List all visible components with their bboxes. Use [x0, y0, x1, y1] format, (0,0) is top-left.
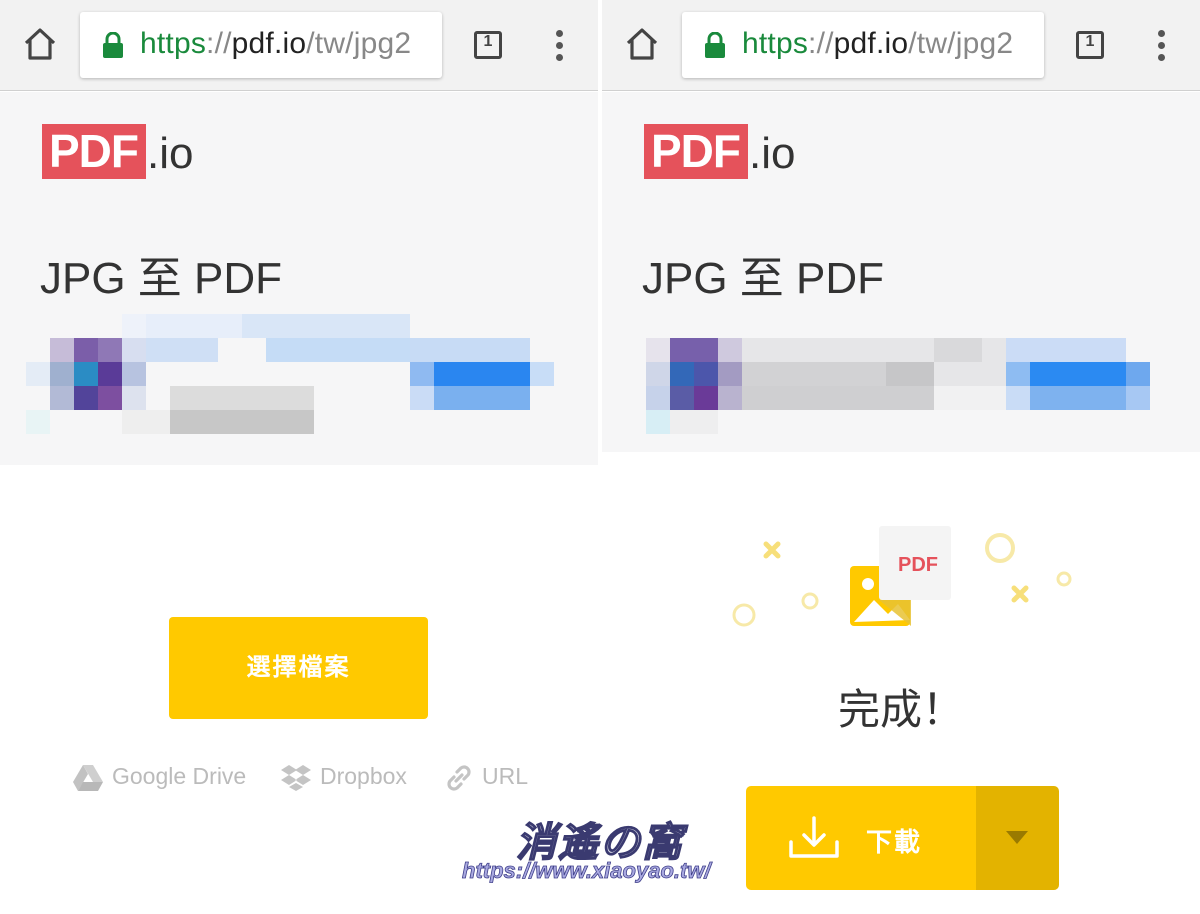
- link-icon: [447, 765, 471, 791]
- menu-dot: [556, 30, 563, 37]
- logo-mark: PDF: [644, 124, 748, 179]
- google-drive-option[interactable]: Google Drive: [72, 760, 246, 792]
- tab-count: 1: [483, 33, 493, 50]
- menu-dot: [1158, 30, 1165, 37]
- done-message: 完成！: [837, 686, 964, 733]
- overflow-menu-icon[interactable]: [545, 26, 575, 66]
- address-bar[interactable]: https://pdf.io/tw/jpg2: [80, 12, 442, 78]
- google-drive-icon: [73, 764, 103, 791]
- address-bar[interactable]: https://pdf.io/tw/jpg2: [682, 12, 1044, 78]
- pdfio-logo[interactable]: PDF .io: [42, 124, 193, 179]
- download-label: 下載: [866, 827, 923, 857]
- url-text: https://pdf.io/tw/jpg2: [742, 27, 1013, 61]
- url-separator: ://: [808, 27, 834, 60]
- watermark: 消遙の窩 https://www.xiaoyao.tw/: [460, 810, 740, 890]
- menu-dot: [556, 54, 563, 61]
- overflow-menu-icon[interactable]: [1147, 26, 1177, 66]
- dropbox-option[interactable]: Dropbox: [280, 760, 407, 792]
- menu-dot: [1158, 54, 1165, 61]
- caret-down-icon: [1006, 831, 1028, 844]
- url-separator: ://: [206, 27, 232, 60]
- home-icon[interactable]: [622, 24, 662, 64]
- logo-suffix: .io: [749, 129, 796, 178]
- pixelated-content: [622, 314, 1154, 434]
- logo-mark: PDF: [42, 124, 146, 179]
- url-path: /tw/jpg2: [908, 27, 1014, 60]
- download-icon: [789, 816, 839, 858]
- url-host: pdf.io: [833, 27, 909, 60]
- screen-upload: https://pdf.io/tw/jpg2 1 PDF .io JPG 至 PD…: [0, 0, 598, 914]
- lock-icon: [102, 31, 124, 58]
- dropbox-label: Dropbox: [320, 763, 407, 789]
- home-icon[interactable]: [20, 24, 60, 64]
- menu-dot: [556, 42, 563, 49]
- dropbox-icon: [281, 764, 311, 791]
- choose-file-button[interactable]: 選擇檔案: [169, 617, 428, 719]
- page-title: JPG 至 PDF: [40, 254, 283, 303]
- download-button[interactable]: 下載: [746, 786, 976, 890]
- page-title: JPG 至 PDF: [642, 254, 885, 303]
- google-drive-label: Google Drive: [112, 763, 247, 789]
- lock-icon: [704, 31, 726, 58]
- screen-complete: https://pdf.io/tw/jpg2 1 PDF .io JPG 至 PD…: [602, 0, 1200, 914]
- url-label: URL: [482, 763, 529, 789]
- pixelated-content: [26, 314, 558, 434]
- download-options-dropdown[interactable]: [976, 786, 1059, 890]
- menu-dot: [1158, 42, 1165, 49]
- tab-count: 1: [1085, 33, 1095, 50]
- download-button-group: 下載: [746, 786, 1059, 890]
- url-option[interactable]: URL: [444, 760, 528, 792]
- url-text: https://pdf.io/tw/jpg2: [140, 27, 411, 61]
- hero-section: PDF .io JPG 至 PDF: [0, 92, 598, 465]
- watermark-url: https://www.xiaoyao.tw/: [462, 858, 711, 884]
- tab-switcher-icon[interactable]: 1: [470, 27, 506, 63]
- url-host: pdf.io: [231, 27, 307, 60]
- pdfio-logo[interactable]: PDF .io: [644, 124, 795, 179]
- upload-sources: Google Drive Dropbox URL: [72, 760, 542, 792]
- tab-switcher-icon[interactable]: 1: [1072, 27, 1108, 63]
- hero-section: PDF .io JPG 至 PDF: [602, 92, 1200, 452]
- url-scheme: https: [140, 27, 207, 60]
- success-illustration: PDF: [722, 520, 1082, 640]
- url-scheme: https: [742, 27, 809, 60]
- browser-toolbar: https://pdf.io/tw/jpg2 1: [602, 0, 1200, 91]
- pdf-file-label: PDF: [898, 554, 938, 576]
- url-path: /tw/jpg2: [306, 27, 412, 60]
- logo-suffix: .io: [147, 129, 194, 178]
- browser-toolbar: https://pdf.io/tw/jpg2 1: [0, 0, 598, 91]
